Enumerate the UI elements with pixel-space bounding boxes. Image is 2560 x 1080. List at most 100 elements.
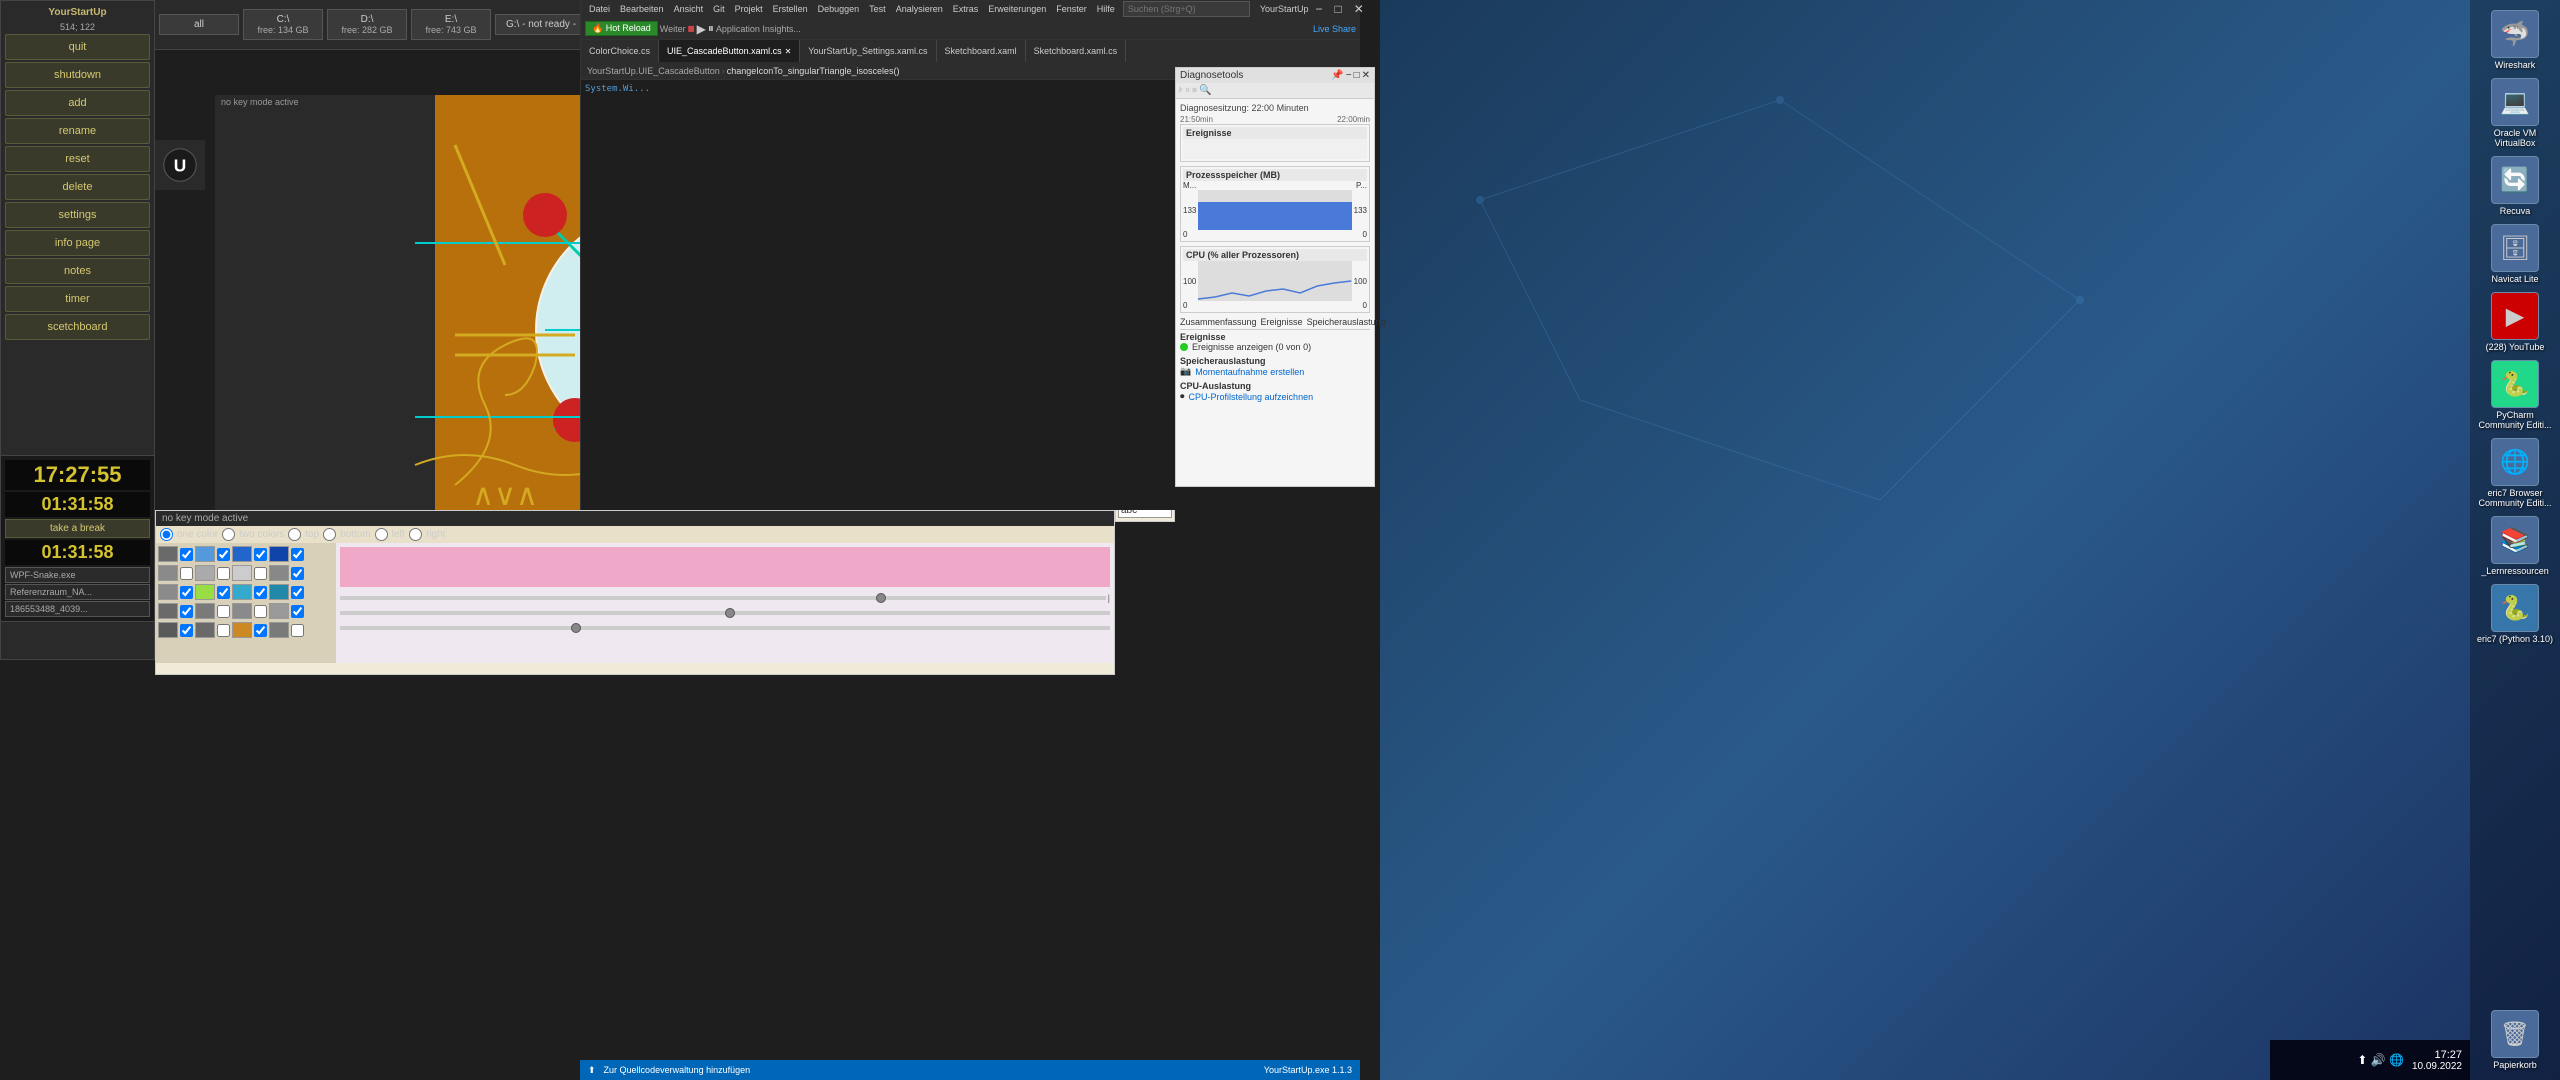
ide-tab-settings[interactable]: YourStartUp_Settings.xaml.cs bbox=[800, 40, 936, 62]
ide-tab-sketchboard-xaml[interactable]: Sketchboard.xaml bbox=[937, 40, 1026, 62]
ide-hot-reload-btn[interactable]: 🔥 Hot Reload bbox=[585, 21, 658, 36]
ide-back[interactable]: Weiter bbox=[660, 24, 686, 34]
ide-menu-fenster[interactable]: Fenster bbox=[1052, 3, 1091, 15]
checkbox[interactable] bbox=[291, 567, 304, 580]
checkbox[interactable] bbox=[254, 567, 267, 580]
color-cell[interactable] bbox=[269, 565, 289, 581]
bottom-radio[interactable] bbox=[323, 528, 336, 541]
ereignisse-tab[interactable]: Ereignisse bbox=[1261, 317, 1303, 327]
info-page-button[interactable]: info page bbox=[5, 230, 150, 256]
diag-tool-2[interactable]: ⏸ bbox=[1185, 85, 1190, 96]
ide-menu-erstellen[interactable]: Erstellen bbox=[769, 3, 812, 15]
ide-tab-colorchoice[interactable]: ColorChoice.cs bbox=[581, 40, 659, 62]
ide-maximize[interactable]: □ bbox=[1330, 0, 1347, 18]
live-share-btn[interactable]: Live Share bbox=[1313, 24, 1356, 34]
checkbox[interactable] bbox=[291, 586, 304, 599]
color-cell[interactable] bbox=[269, 546, 289, 562]
ide-menu-datei[interactable]: Datei bbox=[585, 3, 614, 15]
checkbox[interactable] bbox=[254, 624, 267, 637]
all-drive-button[interactable]: all bbox=[159, 14, 239, 35]
g-drive-button[interactable]: G:\ - not ready - bbox=[495, 14, 587, 35]
ide-close[interactable]: ✕ bbox=[1349, 0, 1369, 18]
tab-close-icon[interactable]: ✕ bbox=[785, 47, 792, 56]
color-cell[interactable] bbox=[195, 584, 215, 600]
summary-tab[interactable]: Zusammenfassung bbox=[1180, 317, 1257, 327]
ide-tab-sketchboard-cs[interactable]: Sketchboard.xaml.cs bbox=[1026, 40, 1127, 62]
checkbox[interactable] bbox=[180, 624, 193, 637]
navicat-icon-item[interactable]: 🗄 Navicat Lite bbox=[2475, 224, 2555, 284]
diag-tool-1[interactable]: ⏵ bbox=[1178, 85, 1183, 96]
cpu-profil-btn[interactable]: CPU-Profilstellung aufzeichnen bbox=[1189, 392, 1314, 402]
two-colors-radio[interactable] bbox=[222, 528, 235, 541]
taskbar-item-1[interactable]: WPF-Snake.exe bbox=[5, 567, 150, 583]
pycharm-icon-item[interactable]: 🐍 PyCharm Community Editi... bbox=[2475, 360, 2555, 430]
settings-button[interactable]: settings bbox=[5, 202, 150, 228]
wireshark-icon-item[interactable]: 🦈 Wireshark bbox=[2475, 10, 2555, 70]
color-cell[interactable] bbox=[232, 622, 252, 638]
eric7browser-icon-item[interactable]: 🌐 eric7 Browser Community Editi... bbox=[2475, 438, 2555, 508]
top-radio[interactable] bbox=[288, 528, 301, 541]
color-cell[interactable] bbox=[195, 546, 215, 562]
checkbox[interactable] bbox=[217, 624, 230, 637]
shutdown-button[interactable]: shutdown bbox=[5, 62, 150, 88]
diag-tool-3[interactable]: ⏹ bbox=[1192, 85, 1197, 96]
checkbox[interactable] bbox=[254, 605, 267, 618]
ide-search-input[interactable] bbox=[1123, 1, 1250, 17]
checkbox[interactable] bbox=[217, 567, 230, 580]
ide-menu-projekt[interactable]: Projekt bbox=[731, 3, 767, 15]
c-drive-button[interactable]: C:\ free: 134 GB bbox=[243, 9, 323, 40]
color-cell[interactable] bbox=[232, 584, 252, 600]
checkbox[interactable] bbox=[254, 548, 267, 561]
ide-menu-extras[interactable]: Extras bbox=[949, 3, 983, 15]
diagnose-pin[interactable]: 📌 bbox=[1331, 70, 1343, 81]
color-cell[interactable] bbox=[158, 584, 178, 600]
ide-menu-bearbeiten[interactable]: Bearbeiten bbox=[616, 3, 668, 15]
ide-minimize[interactable]: − bbox=[1311, 0, 1328, 18]
slider-track[interactable] bbox=[340, 611, 1110, 615]
lernressourcen-icon-item[interactable]: 📚 _Lernressourcen bbox=[2475, 516, 2555, 576]
notes-button[interactable]: notes bbox=[5, 258, 150, 284]
right-radio[interactable] bbox=[409, 528, 422, 541]
slider-track[interactable] bbox=[340, 626, 1110, 630]
diag-tool-4[interactable]: 🔍 bbox=[1199, 85, 1211, 96]
status-source-control[interactable]: ⬆ bbox=[588, 1065, 596, 1076]
color-cell[interactable] bbox=[269, 603, 289, 619]
speicher-tab[interactable]: Speicherauslastung bbox=[1307, 317, 1386, 327]
ide-menu-erweiterungen[interactable]: Erweiterungen bbox=[984, 3, 1050, 15]
color-cell[interactable] bbox=[158, 565, 178, 581]
taskbar-item-2[interactable]: Referenzraum_NA... bbox=[5, 584, 150, 600]
add-button[interactable]: add bbox=[5, 90, 150, 116]
checkbox[interactable] bbox=[254, 586, 267, 599]
color-cell[interactable] bbox=[269, 622, 289, 638]
slider-thumb[interactable] bbox=[725, 608, 735, 618]
app-insights[interactable]: Application Insights... bbox=[716, 24, 801, 34]
diagnose-minimize[interactable]: − bbox=[1346, 70, 1352, 81]
method-label[interactable]: changeIconTo_singularTriangle_isosceles(… bbox=[727, 66, 900, 76]
color-cell[interactable] bbox=[158, 546, 178, 562]
delete-button[interactable]: delete bbox=[5, 174, 150, 200]
momentaufnahme-btn[interactable]: Momentaufnahme erstellen bbox=[1195, 367, 1304, 377]
eric7python-icon-item[interactable]: 🐍 eric7 (Python 3.10) bbox=[2475, 584, 2555, 644]
checkbox[interactable] bbox=[180, 567, 193, 580]
take-break-button[interactable]: take a break bbox=[5, 519, 150, 538]
color-cell[interactable] bbox=[195, 603, 215, 619]
timer-button[interactable]: timer bbox=[5, 286, 150, 312]
color-cell[interactable] bbox=[158, 622, 178, 638]
status-add-source[interactable]: Zur Quellcodeverwaltung hinzufügen bbox=[604, 1065, 751, 1075]
diagnose-close[interactable]: ✕ bbox=[1362, 70, 1370, 81]
reset-button[interactable]: reset bbox=[5, 146, 150, 172]
checkbox[interactable] bbox=[291, 624, 304, 637]
papierkorb-icon-item[interactable]: 🗑 Papierkorb bbox=[2475, 1010, 2555, 1070]
checkbox[interactable] bbox=[217, 605, 230, 618]
checkbox[interactable] bbox=[180, 605, 193, 618]
stop-icon[interactable]: ⏹ bbox=[688, 20, 695, 37]
rename-button[interactable]: rename bbox=[5, 118, 150, 144]
color-cell[interactable] bbox=[158, 603, 178, 619]
slider-track[interactable] bbox=[340, 596, 1106, 600]
slider-thumb[interactable] bbox=[571, 623, 581, 633]
slider-thumb[interactable] bbox=[876, 593, 886, 603]
ide-menu-analysieren[interactable]: Analysieren bbox=[892, 3, 947, 15]
ereignisse-anzeigen[interactable]: Ereignisse anzeigen (0 von 0) bbox=[1192, 342, 1311, 352]
checkbox[interactable] bbox=[180, 586, 193, 599]
taskbar-item-3[interactable]: 186553488_4039... bbox=[5, 601, 150, 617]
